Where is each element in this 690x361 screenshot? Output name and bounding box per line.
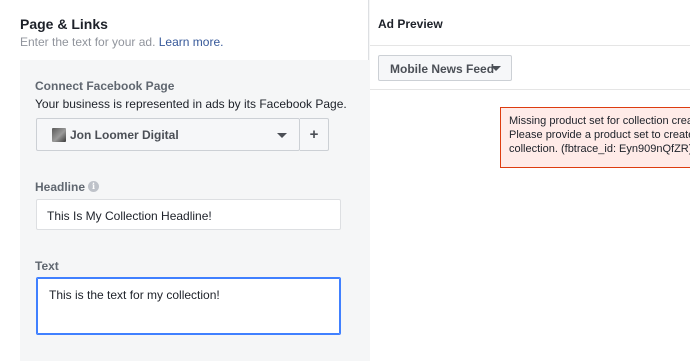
section-subtitle: Enter the text for your ad. Learn more. [20,35,223,49]
connect-page-label: Connect Facebook Page [35,79,175,93]
placement-dropdown[interactable]: Mobile News Feed [378,55,512,81]
learn-more-link[interactable]: Learn more. [159,35,224,49]
text-textarea[interactable]: This is the text for my collection! [36,277,341,335]
text-label: Text [35,259,59,273]
preview-header: Ad Preview [370,0,690,46]
add-page-button[interactable]: + [300,118,329,151]
error-message: Missing product set for collection creat… [500,107,690,168]
placement-label: Mobile News Feed [390,62,495,76]
headline-input[interactable]: This Is My Collection Headline! [36,199,341,230]
section-title: Page & Links [20,16,108,32]
error-line: Please provide a product set to create [509,129,690,141]
page-name: Jon Loomer Digital [70,128,179,142]
headline-label: Headline [35,180,86,194]
page-select-dropdown[interactable]: Jon Loomer Digital [36,118,300,151]
preview-title: Ad Preview [378,17,443,31]
page-avatar-icon [52,128,66,142]
ad-preview-panel: Ad Preview Mobile News Feed Missing prod… [370,0,690,361]
error-line: collection. (fbtrace_id: Eyn909nQfZR) [509,143,690,155]
left-panel: Page & Links Enter the text for your ad.… [0,0,369,361]
error-line: Missing product set for collection creat [509,115,690,127]
connect-page-description: Your business is represented in ads by i… [35,97,347,111]
form-area: Connect Facebook Page Your business is r… [20,60,369,361]
placement-bar: Mobile News Feed [370,46,690,90]
chevron-down-icon [277,133,287,138]
info-icon[interactable]: i [88,181,99,192]
subtitle-text: Enter the text for your ad. [20,35,156,49]
chevron-down-icon [491,66,501,71]
